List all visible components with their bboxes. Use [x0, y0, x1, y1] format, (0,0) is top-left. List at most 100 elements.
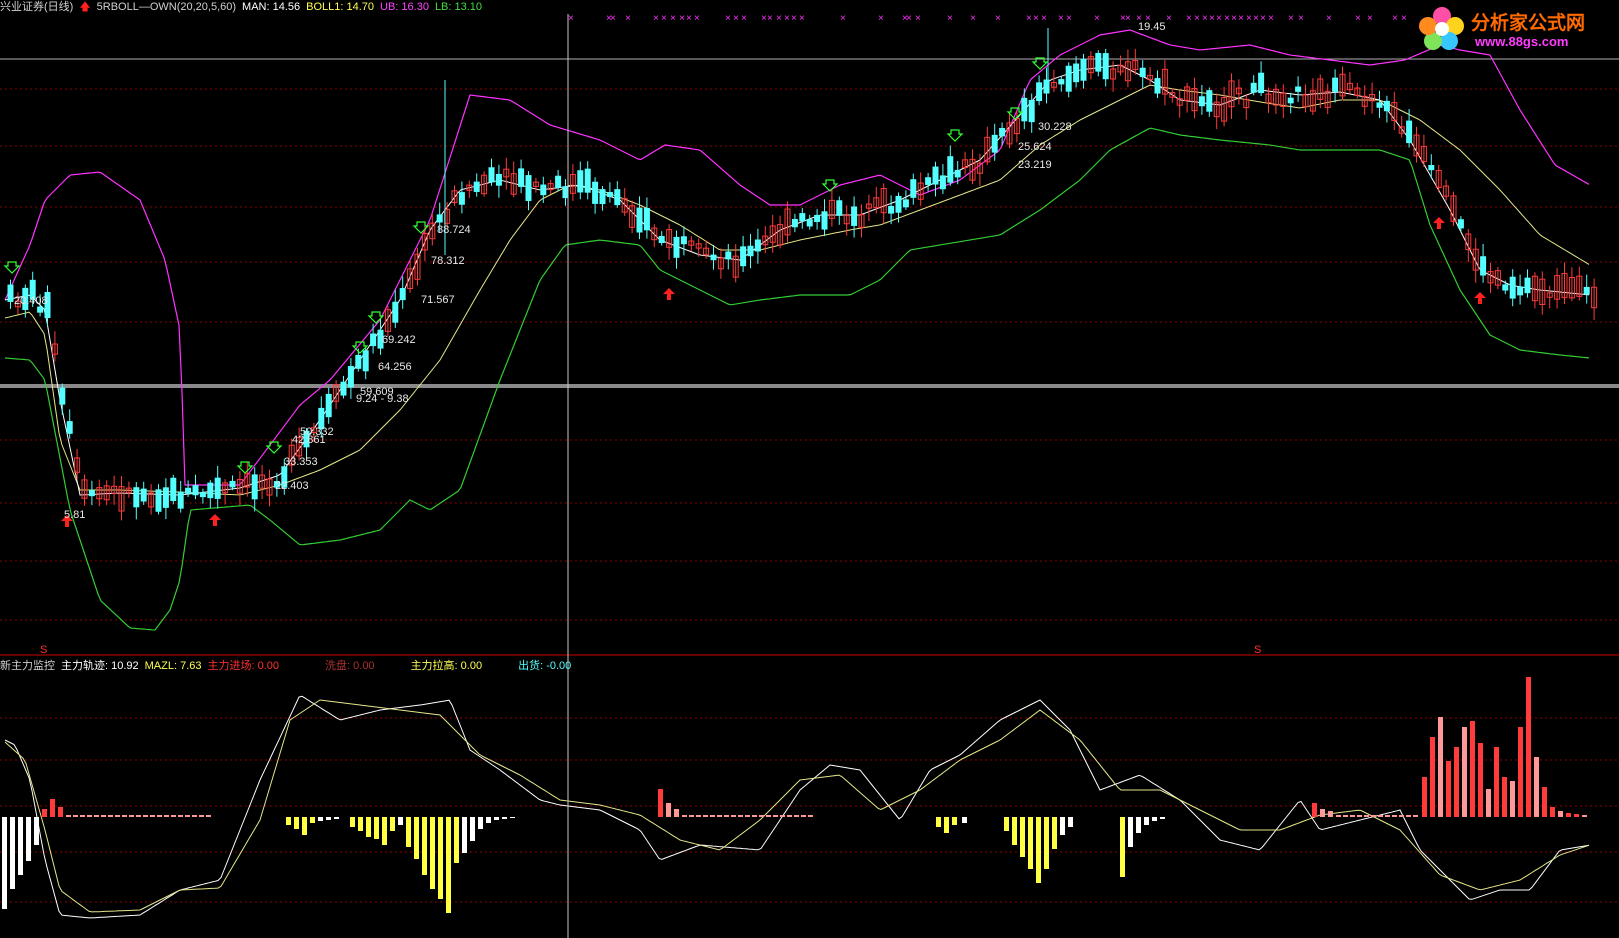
histogram-bar	[1120, 817, 1125, 877]
histogram-bar	[502, 817, 507, 819]
price-label: 50.332	[300, 426, 334, 438]
candle-body	[555, 175, 562, 188]
candle-body	[1524, 277, 1531, 294]
enter-value: 主力进场: 0.00	[207, 660, 280, 672]
candle-body	[37, 306, 44, 313]
histogram-bar	[689, 815, 694, 817]
histogram-bar	[738, 815, 743, 817]
candle-body	[1258, 72, 1265, 94]
histogram-bar	[164, 815, 169, 817]
candle-body	[599, 189, 606, 205]
histogram-bar	[666, 803, 671, 817]
candle-body	[799, 213, 806, 222]
candle-body	[140, 488, 147, 502]
candle-body	[592, 181, 599, 204]
upper-band-line	[4, 29, 1590, 486]
histogram-bar	[294, 817, 299, 829]
candle-body	[932, 166, 939, 185]
histogram-bar	[794, 815, 799, 817]
histogram-bar	[1343, 815, 1348, 817]
histogram-bar	[326, 817, 331, 820]
signal-cross-marker: ×	[1041, 13, 1047, 24]
candle-body	[340, 381, 347, 396]
histogram-bar	[1144, 817, 1149, 825]
histogram-bar	[350, 817, 355, 827]
candle-body	[1583, 286, 1590, 295]
histogram-bar	[1012, 817, 1017, 845]
candle-body	[155, 489, 162, 512]
histogram-bar	[334, 817, 339, 819]
histogram-bar	[358, 817, 363, 831]
histogram-bar	[1004, 817, 1009, 831]
histogram-bar	[94, 815, 99, 817]
candle-body	[1102, 53, 1109, 80]
horizontal-reference-bar	[0, 384, 1619, 388]
signal-cross-marker: ×	[610, 13, 616, 24]
histogram-bar	[1502, 777, 1507, 817]
main-track-line	[4, 695, 1590, 919]
sell-up-arrow-icon	[209, 514, 221, 526]
sell-up-arrow-icon	[663, 288, 675, 300]
price-label: 88.724	[437, 224, 471, 236]
histogram-bar	[136, 815, 141, 817]
candle-body	[954, 169, 961, 178]
stock-chart-canvas[interactable]: × ×× × × × × × × × × × × × × × × × × × × ×× × × × × × × × × × × × × × × × × ×…	[0, 0, 1619, 938]
signal-cross-marker: ×	[1094, 13, 1100, 24]
candle-body	[399, 288, 406, 301]
histogram-bar	[1320, 809, 1325, 817]
signal-cross-marker: ×	[1186, 13, 1192, 24]
candle-body	[162, 487, 169, 508]
signal-cross-marker: ×	[1202, 13, 1208, 24]
histogram-bar	[773, 815, 778, 817]
histogram-bar	[286, 817, 291, 825]
ship-value: 出货: -0.00	[518, 660, 572, 672]
candle-body	[1383, 100, 1390, 112]
logo-url: www.88gs.com	[1475, 34, 1569, 49]
candle-body	[1080, 58, 1087, 81]
signal-cross-marker: ×	[1026, 13, 1032, 24]
histogram-bar	[10, 817, 15, 889]
histogram-bar	[406, 817, 411, 847]
signal-cross-marker: ×	[1033, 13, 1039, 24]
histogram-bar	[1357, 815, 1362, 817]
histogram-bar	[1430, 737, 1435, 817]
histogram-bar	[1454, 747, 1459, 817]
histogram-bar	[710, 815, 715, 817]
candle-body	[458, 192, 465, 205]
histogram-bar	[703, 815, 708, 817]
signal-cross-marker: ×	[906, 13, 912, 24]
histogram-bar	[18, 817, 23, 875]
candle-body	[606, 191, 613, 197]
histogram-bar	[1312, 803, 1317, 817]
histogram-bar	[129, 815, 134, 817]
histogram-bar	[1422, 777, 1427, 817]
histogram-bar	[438, 817, 443, 899]
histogram-bar	[674, 809, 679, 817]
candle-body	[1502, 284, 1509, 291]
candle-body	[1406, 120, 1413, 144]
price-labels: 20.4085.8122.40333.35342.86150.33259.609…	[14, 21, 1166, 521]
candle-body	[1428, 165, 1435, 171]
signal-cross-marker: ×	[1224, 13, 1230, 24]
histogram-bar	[108, 815, 113, 817]
buy-down-arrow-icon	[1006, 107, 1024, 120]
signal-cross-marker: ×	[1166, 13, 1172, 24]
histogram-bar	[1028, 817, 1033, 869]
price-label: 71.567	[421, 294, 455, 306]
signal-cross-marker: ×	[661, 13, 667, 24]
histogram-bar	[1542, 787, 1547, 817]
candle-body	[88, 490, 95, 497]
histogram-bar	[115, 815, 120, 817]
candle-body	[1139, 67, 1146, 78]
histogram-bar	[808, 815, 813, 817]
candle-body	[925, 177, 932, 185]
histogram-bar	[1128, 817, 1133, 847]
candle-body	[392, 301, 399, 323]
lower-indicator-panel	[2, 677, 1590, 919]
histogram-bar	[1462, 727, 1467, 817]
histogram-bar	[478, 817, 483, 829]
histogram-bar	[446, 817, 451, 913]
histogram-bar	[1068, 817, 1073, 827]
signal-cross-marker: ×	[767, 13, 773, 24]
histogram-bar	[1336, 815, 1341, 817]
